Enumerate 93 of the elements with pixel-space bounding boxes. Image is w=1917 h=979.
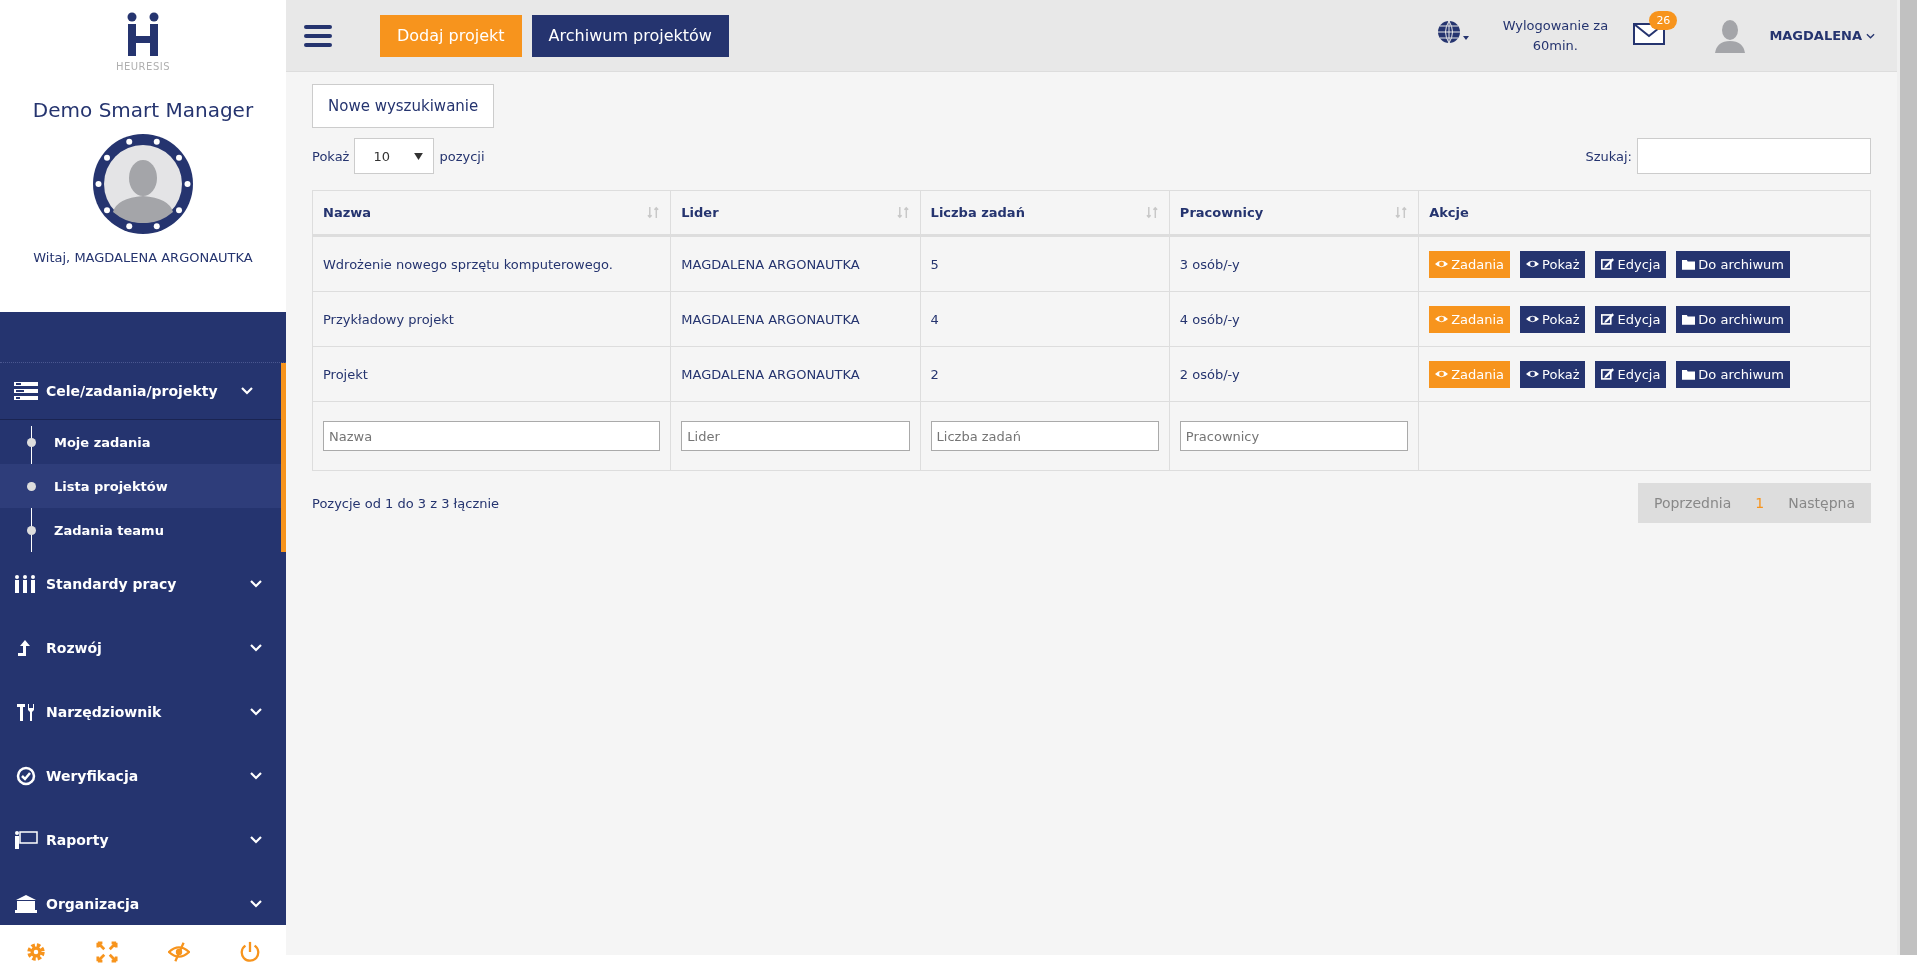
entries-label: pozycji <box>439 148 485 164</box>
eye-icon <box>1435 258 1449 270</box>
eye-slash-icon[interactable] <box>167 941 190 963</box>
filter-field[interactable]: Liczba zadań <box>930 421 1159 451</box>
check-circle-icon <box>14 766 38 786</box>
submenu-item[interactable]: Zadania teamu <box>0 508 281 552</box>
eye-icon <box>1526 258 1540 270</box>
table-cell: MAGDALENA ARGONAUTKA <box>670 291 921 347</box>
eye-icon <box>1526 368 1540 380</box>
show-button[interactable]: Pokaż <box>1520 250 1586 278</box>
user-avatar-icon <box>1715 18 1746 53</box>
eye-icon <box>1435 368 1449 380</box>
table-cell: 3 osób/-y <box>1169 235 1419 292</box>
table-cell: MAGDALENA ARGONAUTKA <box>670 235 921 292</box>
table-cell: 4 <box>920 291 1170 347</box>
sort-icon <box>1145 206 1159 219</box>
folder-icon <box>1682 258 1696 270</box>
people-icon <box>14 574 38 594</box>
menu-item[interactable]: Narzędziownik <box>0 680 286 744</box>
show-button[interactable]: Pokaż <box>1520 360 1586 388</box>
sort-icon <box>1395 206 1409 219</box>
table-cell: Projekt <box>312 346 671 402</box>
menu-item[interactable]: Standardy pracy <box>0 552 286 616</box>
building-icon <box>14 894 38 914</box>
user-menu[interactable]: MAGDALENA <box>1763 27 1881 44</box>
edit-button[interactable]: Edycja <box>1595 250 1667 278</box>
scrollbar[interactable] <box>1897 0 1917 955</box>
column-header[interactable]: Nazwa <box>312 190 671 236</box>
table-cell: Przykładowy projekt <box>312 291 671 347</box>
entries-info-text: Pozycje od 1 do 3 z 3 łącznie <box>312 495 500 511</box>
show-label: Pokaż <box>312 148 350 164</box>
presentation-icon <box>14 830 38 850</box>
column-header[interactable]: Liczba zadań <box>920 190 1170 236</box>
column-header[interactable]: Pracownicy <box>1169 190 1419 236</box>
sort-icon <box>896 206 910 219</box>
page-size-select[interactable]: 10 <box>354 138 435 174</box>
chevron-down-icon <box>250 580 262 588</box>
envelope-icon[interactable] <box>1633 22 1666 45</box>
new-search-button[interactable]: Nowe wyszukiwanie <box>312 84 495 128</box>
archive-button[interactable]: Do archiwum <box>1676 360 1790 388</box>
table-cell: 5 <box>920 235 1170 292</box>
fullscreen-icon[interactable] <box>96 941 119 963</box>
menu-item[interactable]: Rozwój <box>0 616 286 680</box>
search-label: Szukaj: <box>1585 148 1632 164</box>
folder-icon <box>1682 368 1696 380</box>
settings-icon[interactable] <box>24 941 47 963</box>
menu-icon[interactable] <box>304 24 332 47</box>
show-button[interactable]: Pokaż <box>1520 305 1586 333</box>
search-field[interactable] <box>1637 138 1871 174</box>
edit-icon <box>1601 368 1615 380</box>
menu-item[interactable]: Cele/zadania/projekty <box>0 363 281 420</box>
archive-button[interactable]: Do archiwum <box>1676 250 1790 278</box>
edit-button[interactable]: Edycja <box>1595 305 1667 333</box>
filter-field[interactable]: Pracownicy <box>1179 421 1409 451</box>
column-header[interactable]: Lider <box>670 190 921 236</box>
logout-timer-text: Wylogowanie za 60min. <box>1501 17 1610 55</box>
app-title: Demo Smart Manager <box>32 98 254 122</box>
archive-button[interactable]: Archiwum projektów <box>531 14 729 57</box>
edit-button[interactable]: Edycja <box>1595 360 1667 388</box>
logo-text: HEURESIS <box>115 61 171 72</box>
submenu-item[interactable]: Lista projektów <box>0 464 281 508</box>
chevron-down-icon <box>250 836 262 844</box>
chevron-down-icon <box>250 772 262 780</box>
chevron-down-icon <box>250 644 262 652</box>
chevron-down-icon <box>250 900 262 908</box>
table-cell: 2 <box>920 346 1170 402</box>
table-cell: Wdrożenie nowego sprzętu komputerowego. <box>312 235 671 292</box>
caret-icon <box>414 152 424 160</box>
chevron-down-icon <box>1866 32 1875 39</box>
menu-item[interactable]: Raporty <box>0 808 286 872</box>
list-icon <box>14 381 38 401</box>
filter-field[interactable]: Lider <box>681 421 910 451</box>
greeting-text: Witaj, MAGDALENA ARGONAUTKA <box>33 250 253 265</box>
message-count-badge: 26 <box>1649 10 1678 30</box>
chevron-down-icon <box>241 387 253 395</box>
table-cell: MAGDALENA ARGONAUTKA <box>670 346 921 402</box>
submenu-item[interactable]: Moje zadania <box>0 420 281 464</box>
menu-item[interactable]: Organizacja <box>0 872 286 925</box>
edit-icon <box>1601 258 1615 270</box>
sort-icon <box>647 206 661 219</box>
table-cell: 2 osób/-y <box>1169 346 1419 402</box>
power-icon[interactable] <box>239 941 262 963</box>
edit-icon <box>1601 313 1615 325</box>
table-cell: 4 osób/-y <box>1169 291 1419 347</box>
archive-button[interactable]: Do archiwum <box>1676 305 1790 333</box>
column-header[interactable]: Akcje <box>1418 190 1871 236</box>
chevron-down-icon <box>250 708 262 716</box>
filter-field[interactable]: Nazwa <box>323 421 661 451</box>
eye-icon <box>1526 313 1540 325</box>
avatar-icon <box>93 134 193 234</box>
eye-icon <box>1435 313 1449 325</box>
menu-item[interactable]: Weryfikacja <box>0 744 286 808</box>
folder-icon <box>1682 313 1696 325</box>
